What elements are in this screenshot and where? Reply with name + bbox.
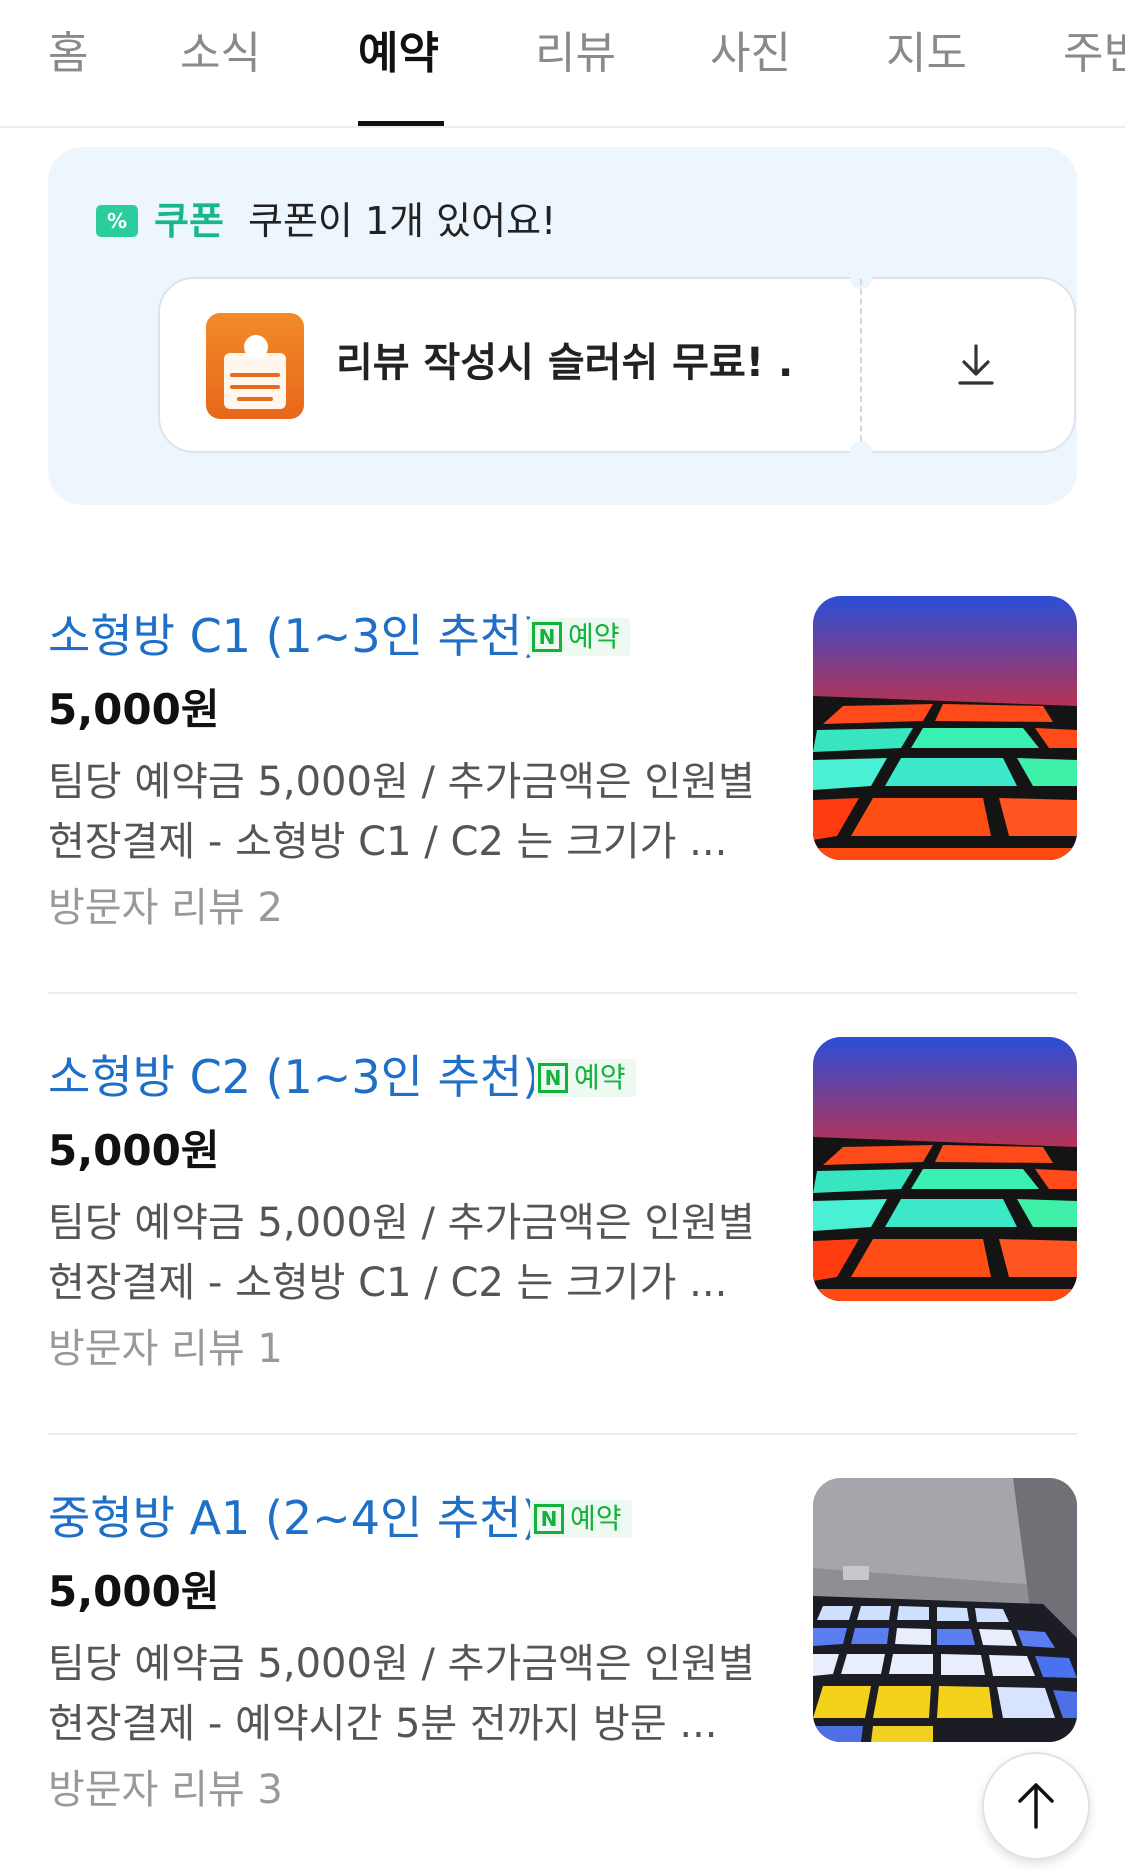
coupon-count-text: 쿠폰이 1개 있어요!	[248, 199, 557, 243]
naver-booking-badge: N 예약	[534, 1059, 636, 1097]
list-divider	[48, 992, 1077, 994]
item-description: 팀당 예약금 5,000원 / 추가금액은 인원별 현장결제 - 예약시간 5분…	[48, 1641, 755, 1747]
list-divider	[48, 1433, 1077, 1435]
tab-reviews[interactable]: 리뷰	[535, 24, 616, 84]
tab-nearby[interactable]: 주변	[1063, 24, 1125, 84]
ticket-divider	[860, 279, 862, 451]
tab-photos[interactable]: 사진	[710, 24, 791, 84]
naver-n-icon: N	[534, 1504, 564, 1534]
item-review-count[interactable]: 방문자 리뷰 2	[48, 880, 283, 936]
tab-bar: 홈 소식 예약 리뷰 사진 지도 주변	[0, 0, 1125, 128]
booking-item[interactable]: 중형방 A1 (2~4인 추천) N 예약 5,000원 팀당 예약금 5,00…	[48, 1478, 1077, 1818]
item-review-count[interactable]: 방문자 리뷰 3	[48, 1762, 283, 1818]
item-title[interactable]: 소형방 C2 (1~3인 추천)	[48, 1045, 540, 1109]
item-price: 5,000원	[48, 685, 220, 734]
coupon-download-button[interactable]	[896, 309, 1056, 421]
tab-map[interactable]: 지도	[886, 24, 967, 84]
naver-booking-badge: N 예약	[530, 1500, 632, 1538]
item-review-count[interactable]: 방문자 리뷰 1	[48, 1321, 283, 1377]
item-price: 5,000원	[48, 1567, 220, 1616]
booking-item[interactable]: 소형방 C1 (1~3인 추천) N 예약 5,000원 팀당 예약금 5,00…	[48, 596, 1077, 936]
active-tab-indicator	[358, 121, 444, 126]
item-thumbnail[interactable]	[813, 1478, 1077, 1742]
tab-home[interactable]: 홈	[48, 24, 88, 84]
booking-item[interactable]: 소형방 C2 (1~3인 추천) N 예약 5,000원 팀당 예약금 5,00…	[48, 1037, 1077, 1377]
naver-booking-badge: N 예약	[528, 618, 630, 656]
item-thumbnail[interactable]	[813, 1037, 1077, 1301]
item-thumbnail[interactable]	[813, 596, 1077, 860]
download-icon	[958, 344, 994, 385]
item-description: 팀당 예약금 5,000원 / 추가금액은 인원별 현장결제 - 소형방 C1 …	[48, 759, 755, 865]
coupon-title: 리뷰 작성시 슬러쉬 무료! ...	[336, 340, 796, 386]
naver-n-icon: N	[538, 1063, 568, 1093]
item-title[interactable]: 소형방 C1 (1~3인 추천)	[48, 604, 540, 668]
naver-n-icon: N	[532, 622, 562, 652]
coupon-event-thumbnail	[206, 313, 304, 419]
coupon-section: % 쿠폰 쿠폰이 1개 있어요! 리뷰 작성시 슬러쉬 무료! ...	[48, 147, 1077, 505]
tab-news[interactable]: 소식	[180, 24, 261, 84]
item-title[interactable]: 중형방 A1 (2~4인 추천)	[48, 1486, 540, 1550]
coupon-label: 쿠폰	[154, 199, 224, 243]
item-price: 5,000원	[48, 1126, 220, 1175]
scroll-to-top-button[interactable]	[982, 1752, 1090, 1860]
arrow-up-icon	[1018, 1783, 1054, 1829]
tab-booking[interactable]: 예약	[358, 24, 439, 84]
coupon-percent-icon: %	[96, 205, 138, 237]
item-description: 팀당 예약금 5,000원 / 추가금액은 인원별 현장결제 - 소형방 C1 …	[48, 1200, 755, 1306]
coupon-ticket[interactable]: 리뷰 작성시 슬러쉬 무료! ...	[158, 267, 1076, 463]
